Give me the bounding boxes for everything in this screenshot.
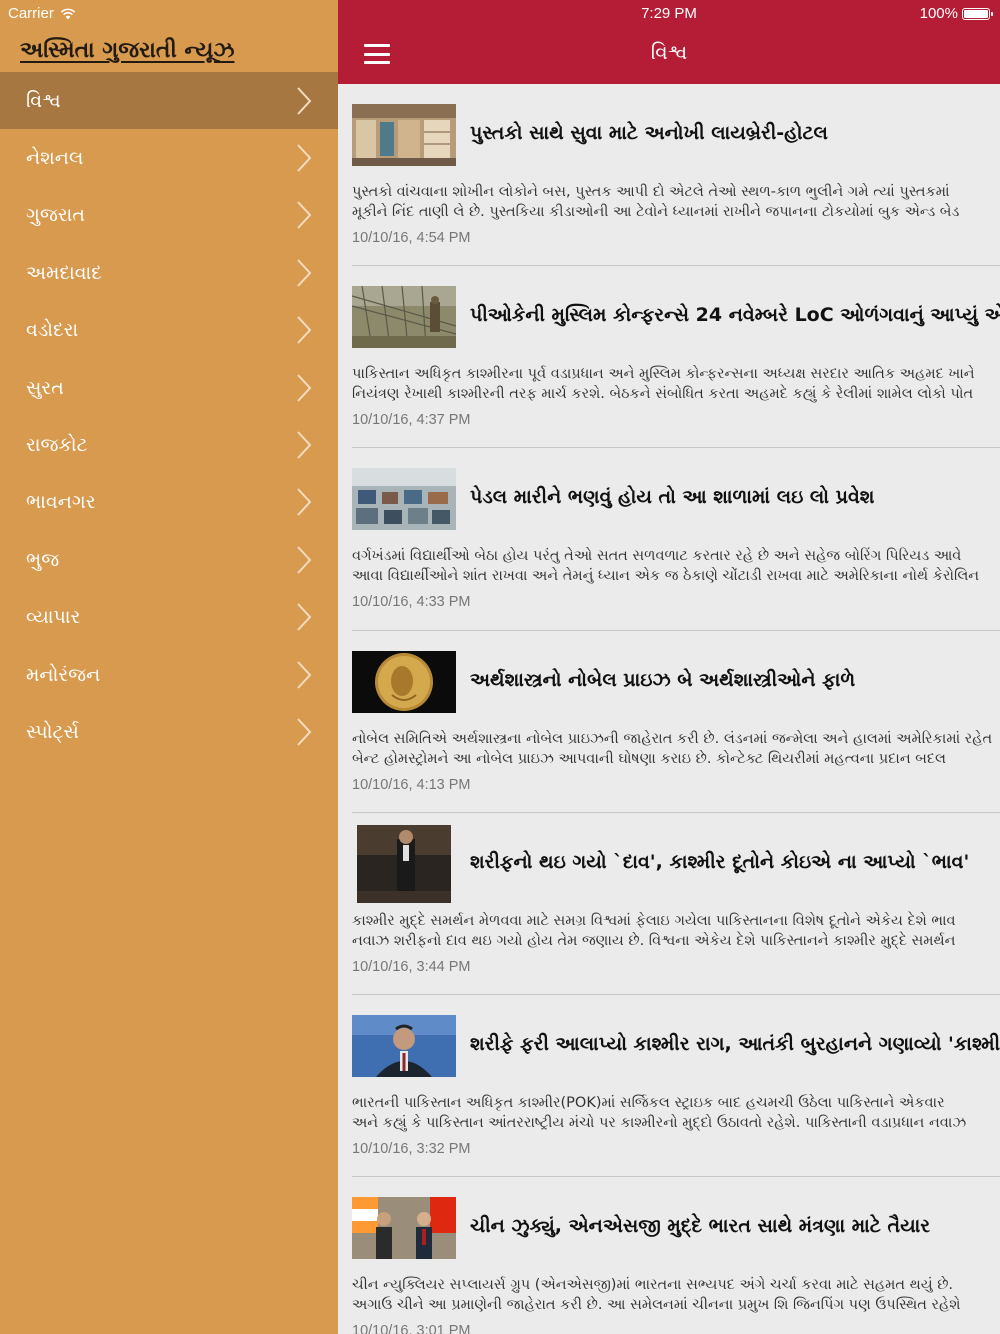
- article-timestamp: 10/10/16, 3:44 PM: [352, 958, 471, 975]
- chevron-right-icon: [297, 431, 312, 459]
- article-timestamp: 10/10/16, 3:01 PM: [352, 1323, 471, 1334]
- article-summary: વર્ગખંડમાં વિદ્યાર્થીઓ બેઠા હોય પરંતુ તે…: [352, 546, 1000, 586]
- chevron-right-icon: [297, 546, 312, 574]
- news-item[interactable]: પીઓકેની મુસ્લિમ કોન્ફરન્સે 24 નવેમ્બરે L…: [352, 266, 1000, 449]
- summary-line: ચીન ન્યુક્લિયર સપ્લાયર્સ ગ્રુપ (એનએસજી)મ…: [352, 1277, 954, 1294]
- article-thumbnail[interactable]: [357, 824, 451, 903]
- article-summary: કાશ્મીર મુદ્દે સમર્થન મેળવવા માટે સમગ્ર …: [352, 911, 1000, 951]
- chevron-right-icon: [297, 201, 312, 230]
- sidebar-item-ahmedabad[interactable]: અમદાવાદ: [0, 244, 338, 301]
- summary-line: મૂકીને નિંદ તાણી લે છે. પુસ્તકિયા કીડાઓન…: [352, 204, 960, 220]
- sidebar-item-vishwa[interactable]: વિશ્વ: [0, 72, 338, 130]
- summary-line: વર્ગખંડમાં વિદ્યાર્થીઓ બેઠા હોય પરંતુ તે…: [352, 548, 962, 565]
- page-title: વિશ્વ: [650, 40, 688, 64]
- chevron-right-icon: [297, 660, 312, 689]
- article-summary: ચીન ન્યુક્લિયર સપ્લાયર્સ ગ્રુપ (એનએસજી)મ…: [352, 1275, 1000, 1315]
- article-thumbnail[interactable]: [352, 104, 456, 166]
- article-thumbnail[interactable]: [352, 468, 456, 531]
- sidebar-item-label: ભાવનગર: [26, 491, 96, 514]
- sidebar-item-label: રાજકોટ: [26, 434, 88, 457]
- main-content: 7:29 PM 100% વિશ્વ પુસ્તકો સાથે સુવા માટ…: [338, 0, 1000, 1334]
- sidebar-item-manoranjan[interactable]: મનોરંજન: [0, 646, 338, 703]
- article-thumbnail[interactable]: [352, 286, 456, 349]
- sidebar: Carrier અસ્મિતા ગુજરાતી ન્યૂઝ વિશ્વ નેશન…: [0, 0, 338, 1334]
- sidebar-item-label: ભુજ: [26, 548, 60, 571]
- summary-line: પુસ્તકો વાંચવાના શોખીન લોકોને બસ, પુસ્તક…: [352, 184, 950, 200]
- article-thumbnail[interactable]: [352, 1014, 456, 1077]
- article-timestamp: 10/10/16, 4:33 PM: [352, 594, 471, 611]
- article-timestamp: 10/10/16, 4:13 PM: [352, 776, 471, 793]
- navbar: 7:29 PM 100% વિશ્વ: [338, 0, 1000, 84]
- sidebar-item-label: સ્પોર્ટ્સ: [26, 720, 79, 743]
- sidebar-item-label: વ્યાપાર: [26, 606, 81, 629]
- article-summary: નોબેલ સમિતિએ અર્થશાસ્ત્રના નોબેલ પ્રાઇઝન…: [352, 729, 1000, 769]
- summary-line: કાશ્મીર મુદ્દે સમર્થન મેળવવા માટે સમગ્ર …: [352, 912, 956, 929]
- summary-line: નવાઝ શરીફનો દાવ થઇ ગયો હોય તેમ જણાય છે. …: [352, 932, 956, 949]
- article-thumbnail[interactable]: [352, 1197, 456, 1260]
- sidebar-item-label: નેશનલ: [26, 147, 84, 170]
- sidebar-item-sports[interactable]: સ્પોર્ટ્સ: [0, 703, 338, 760]
- battery-icon: [962, 7, 993, 20]
- sidebar-item-rajkot[interactable]: રાજકોટ: [0, 416, 338, 473]
- news-item[interactable]: અર્થશાસ્ત્રનો નોબેલ પ્રાઇઝ બે અર્થશાસ્ત્…: [352, 631, 1000, 813]
- article-headline[interactable]: પીઓકેની મુસ્લિમ કોન્ફરન્સે 24 નવેમ્બરે L…: [470, 304, 1000, 326]
- article-headline[interactable]: અર્થશાસ્ત્રનો નોબેલ પ્રાઇઝ બે અર્થશાસ્ત્…: [470, 669, 855, 691]
- article-summary: પાકિસ્તાન અધિકૃત કાશ્મીરના પૂર્વ વડાપ્રધ…: [352, 364, 1000, 404]
- article-thumbnail[interactable]: [352, 650, 456, 713]
- article-headline[interactable]: પેડલ મારીને ભણવું હોય તો આ શાળામાં લઇ લો…: [470, 486, 874, 508]
- news-feed: પુસ્તકો સાથે સુવા માટે અનોખી લાયબ્રેરી-હ…: [338, 84, 1000, 1334]
- sidebar-item-bhavnagar[interactable]: ભાવનગર: [0, 474, 338, 531]
- sidebar-item-label: સુરત: [26, 376, 64, 399]
- article-timestamp: 10/10/16, 4:37 PM: [352, 412, 471, 429]
- chevron-right-icon: [297, 373, 312, 402]
- sidebar-item-surat[interactable]: સુરત: [0, 359, 338, 416]
- sidebar-item-label: અમદાવાદ: [26, 261, 102, 284]
- summary-line: ભારતની પાકિસ્તાન અધિકૃત કાશ્મીર(POK)માં …: [352, 1094, 945, 1111]
- sidebar-item-label: મનોરંજન: [26, 663, 101, 686]
- sidebar-item-vadodara[interactable]: વડોદરા: [0, 302, 338, 359]
- sidebar-item-national[interactable]: નેશનલ: [0, 129, 338, 186]
- article-headline[interactable]: ચીન ઝુક્યું, એનએસજી મુદ્દે ભારત સાથે મંત…: [470, 1215, 930, 1237]
- article-headline[interactable]: શરીફનો થઇ ગયો `દાવ', કાશ્મીર દૂતોને કોઇએ…: [470, 851, 969, 873]
- article-timestamp: 10/10/16, 4:54 PM: [352, 230, 471, 246]
- article-timestamp: 10/10/16, 3:32 PM: [352, 1140, 471, 1157]
- status-time: 7:29 PM: [641, 5, 697, 22]
- sidebar-item-vyapar[interactable]: વ્યાપાર: [0, 589, 338, 646]
- status-bar-left: Carrier: [8, 5, 76, 22]
- carrier-label: Carrier: [8, 5, 54, 22]
- summary-line: પાકિસ્તાન અધિકૃત કાશ્મીરના પૂર્વ વડાપ્રધ…: [352, 366, 975, 383]
- chevron-right-icon: [297, 603, 312, 631]
- sidebar-item-label: ગુજરાત: [26, 204, 85, 227]
- sidebar-menu: વિશ્વ નેશનલ ગુજરાત અમદાવાદ વડોદરા સુરત ર…: [0, 72, 338, 761]
- summary-line: નિયંત્રણ રેખાથી કાશ્મીરની તરફ માર્ચ કરશે…: [352, 386, 974, 403]
- chevron-right-icon: [297, 488, 312, 517]
- news-item[interactable]: ચીન ઝુક્યું, એનએસજી મુદ્દે ભારત સાથે મંત…: [352, 1177, 1000, 1334]
- summary-line: અને કહ્યું કે પાકિસ્તાન આંતરરાષ્ટ્રીય મં…: [352, 1114, 967, 1131]
- sidebar-item-gujarat[interactable]: ગુજરાત: [0, 187, 338, 244]
- sidebar-item-bhuj[interactable]: ભુજ: [0, 531, 338, 588]
- article-headline[interactable]: શરીફે ફરી આલાપ્યો કાશ્મીર રાગ, આતંકી બુર…: [470, 1033, 1000, 1055]
- chevron-right-icon: [297, 259, 312, 287]
- article-summary: પુસ્તકો વાંચવાના શોખીન લોકોને બસ, પુસ્તક…: [352, 182, 1000, 222]
- app-title: અસ્મિતા ગુજરાતી ન્યૂઝ: [20, 38, 235, 63]
- sidebar-item-label: વિશ્વ: [26, 89, 61, 112]
- chevron-right-icon: [297, 144, 312, 172]
- article-summary: ભારતની પાકિસ્તાન અધિકૃત કાશ્મીર(POK)માં …: [352, 1093, 1000, 1133]
- news-item[interactable]: શરીફનો થઇ ગયો `દાવ', કાશ્મીર દૂતોને કોઇએ…: [352, 813, 1000, 995]
- wifi-icon: [60, 8, 76, 19]
- battery-label: 100%: [919, 5, 958, 22]
- summary-line: આવા વિદ્યાર્થીઓને શાંત રાખવા અને તેમનું …: [352, 568, 980, 585]
- chevron-right-icon: [297, 87, 312, 115]
- news-item[interactable]: પુસ્તકો સાથે સુવા માટે અનોખી લાયબ્રેરી-હ…: [352, 84, 1000, 267]
- article-headline[interactable]: પુસ્તકો સાથે સુવા માટે અનોખી લાયબ્રેરી-હ…: [470, 122, 828, 144]
- chevron-right-icon: [297, 718, 312, 746]
- sidebar-item-label: વડોદરા: [26, 319, 79, 342]
- summary-line: અગાઉ ચીને આ પ્રમાણેની જાહેરાત કરી છે. આ …: [352, 1297, 961, 1314]
- chevron-right-icon: [297, 316, 312, 344]
- status-bar-right: 100%: [919, 5, 993, 22]
- summary-line: બેન્ટ હોમસ્ટ્રોમને આ નોબેલ પ્રાઇઝ આપવાની…: [352, 750, 946, 767]
- news-item[interactable]: પેડલ મારીને ભણવું હોય તો આ શાળામાં લઇ લો…: [352, 448, 1000, 631]
- summary-line: નોબેલ સમિતિએ અર્થશાસ્ત્રના નોબેલ પ્રાઇઝન…: [352, 730, 993, 747]
- news-item[interactable]: શરીફે ફરી આલાપ્યો કાશ્મીર રાગ, આતંકી બુર…: [352, 995, 1000, 1178]
